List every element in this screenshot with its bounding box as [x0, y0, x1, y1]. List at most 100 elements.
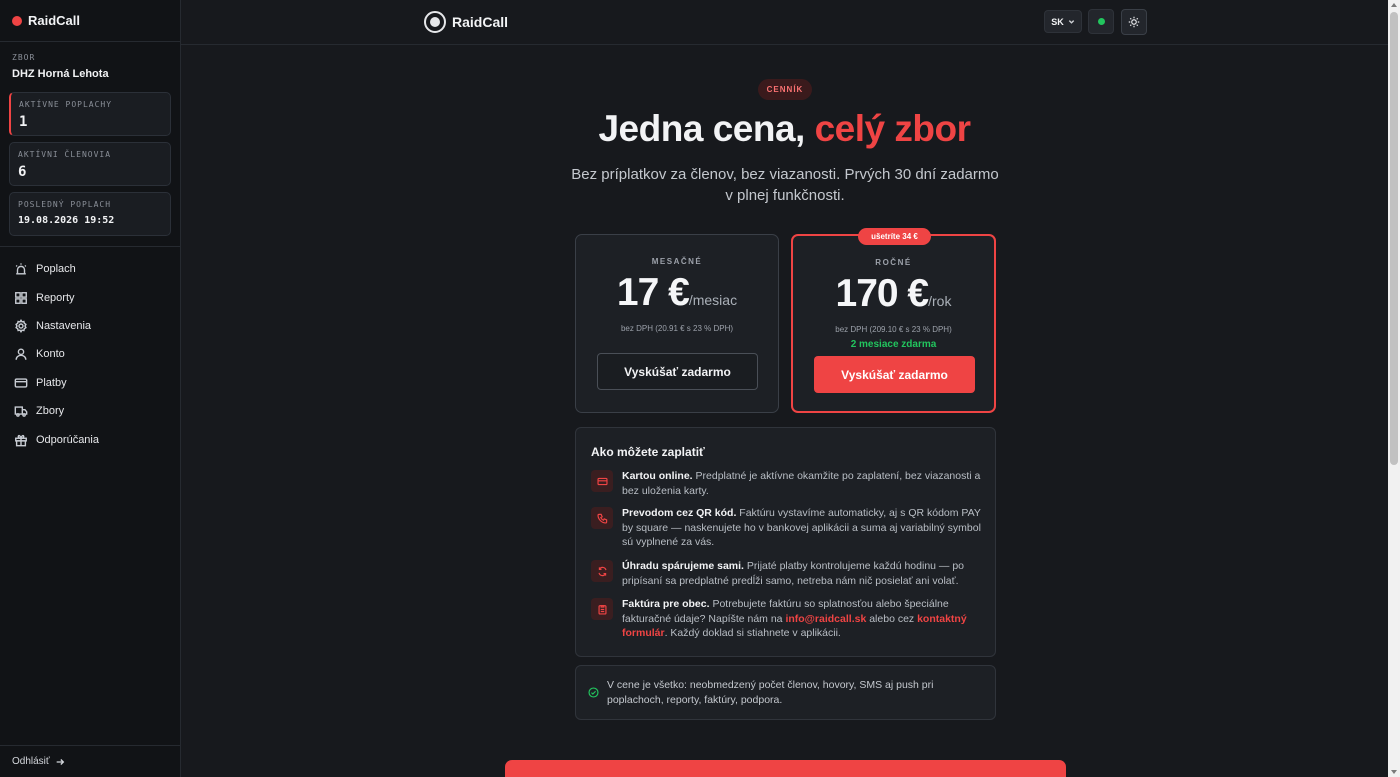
payment-item-title: Kartou online. — [622, 470, 693, 482]
payment-item-text: Úhradu spárujeme sami. Prijaté platby ko… — [622, 559, 986, 588]
stat-active-members: AKTÍVNI ČLENOVIA 6 — [9, 142, 171, 186]
page-subtitle: Bez príplatkov za členov, bez viazanosti… — [571, 166, 999, 204]
payment-item-matching: Úhradu spárujeme sami. Prijaté platby ko… — [591, 559, 986, 588]
payment-item-text: Faktúra pre obec. Potrebujete faktúru so… — [622, 597, 986, 641]
logout-label: Odhlásiť — [12, 756, 50, 767]
stat-label: AKTÍVNI ČLENOVIA — [18, 150, 112, 159]
org-info: ZBOR DHZ Horná Lehota — [0, 42, 180, 80]
payment-methods-panel: Ako môžete zaplatiť Kartou online. Predp… — [575, 427, 996, 657]
payment-item-card: Kartou online. Predplatné je aktívne oka… — [591, 469, 986, 498]
payment-item-text: Kartou online. Predplatné je aktívne oka… — [622, 469, 986, 498]
stat-label: AKTÍVNE POPLACHY — [19, 100, 113, 109]
plan-price-unit: /rok — [928, 293, 952, 309]
payment-item-desc-middle: alebo cez — [866, 612, 918, 625]
sidebar-item-label: Platby — [36, 376, 67, 389]
plan-card-yearly: ušetríte 34 € ROČNÉ 170 €/rok bez DPH (2… — [791, 228, 996, 413]
plan-price: 170 €/rok — [793, 274, 994, 321]
plan-price-unit: /mesiac — [688, 292, 738, 308]
pricing-badge: CENNÍK — [758, 79, 812, 100]
sidebar-item-odporucania[interactable]: Odporúčania — [0, 425, 180, 453]
scroll-thumb[interactable] — [1390, 12, 1398, 465]
included-text: V cene je všetko: neobmedzený počet člen… — [607, 679, 934, 706]
logo-icon — [424, 11, 446, 33]
plan-vat-note: bez DPH (20.91 € s 23 % DPH) — [620, 324, 734, 333]
user-icon — [15, 348, 27, 361]
payment-item-invoice: Faktúra pre obec. Potrebujete faktúru so… — [591, 597, 986, 641]
stat-last-alarm: POSLEDNÝ POPLACH 19.08.2026 19:52 — [9, 192, 171, 236]
title-accent: celý zbor — [814, 108, 971, 149]
sidebar-item-reporty[interactable]: Reporty — [0, 283, 180, 311]
plan-vat-note: bez DPH (209.10 € s 23 % DPH) — [835, 325, 952, 334]
savings-badge: ušetríte 34 € — [858, 228, 931, 245]
sidebar-item-poplach[interactable]: Poplach — [0, 255, 180, 283]
siren-icon — [15, 263, 27, 275]
payment-title: Ako môžete zaplatiť — [591, 445, 705, 459]
topbar: RaidCall SK — [181, 0, 1388, 45]
payment-item-qr: Prevodom cez QR kód. Faktúru vystavíme a… — [591, 506, 986, 550]
pricing-main: CENNÍK Jedna cena, celý zbor Bez príplat… — [181, 46, 1388, 777]
sidebar-item-zbory[interactable]: Zbory — [0, 397, 180, 425]
payment-item-title: Prevodom cez QR kód. — [622, 507, 737, 519]
logout-button[interactable]: Odhlásiť — [0, 745, 180, 777]
stat-label: POSLEDNÝ POPLACH — [18, 200, 112, 209]
sidebar-item-label: Poplach — [36, 263, 76, 276]
title-main: Jedna cena, — [598, 108, 815, 149]
payment-item-text: Prevodom cez QR kód. Faktúru vystavíme a… — [622, 506, 986, 550]
connection-status-button[interactable] — [1088, 9, 1114, 34]
sidebar-item-konto[interactable]: Konto — [0, 340, 180, 368]
app-logo[interactable]: RaidCall — [424, 11, 508, 33]
plan-bonus: 2 mesiace zdarma — [850, 339, 937, 350]
sidebar-item-label: Zbory — [36, 405, 65, 418]
logo-text: RaidCall — [452, 14, 509, 30]
stat-value: 1 — [19, 114, 28, 130]
plan-price-value: 170 € — [835, 272, 930, 315]
org-label: ZBOR — [12, 53, 36, 62]
plan-price-value: 17 € — [616, 271, 690, 314]
sun-icon — [1128, 16, 1140, 28]
truck-icon — [14, 406, 28, 417]
brand-dot-icon — [12, 15, 22, 26]
plan-label: MESAČNÉ — [651, 257, 703, 266]
sidebar-nav: Poplach Reporty Nastavenia Konto Platby … — [0, 247, 180, 454]
scroll-up-arrow-icon[interactable] — [1391, 3, 1397, 7]
credit-card-icon — [591, 470, 613, 492]
sidebar: RaidCall ZBOR DHZ Horná Lehota AKTÍVNE P… — [0, 0, 181, 777]
sidebar-item-nastavenia[interactable]: Nastavenia — [0, 312, 180, 340]
clipboard-icon — [591, 598, 613, 620]
payment-item-desc-tail: . Každý doklad si stiahnete v aplikácii. — [664, 627, 841, 639]
stat-value: 19.08.2026 19:52 — [18, 215, 115, 226]
check-circle-icon — [588, 687, 599, 698]
try-free-yearly-button[interactable]: Vyskúšať zadarmo — [814, 356, 975, 393]
included-features-note: V cene je všetko: neobmedzený počet člen… — [575, 665, 996, 720]
plan-label: ROČNÉ — [875, 258, 912, 267]
gear-icon — [15, 319, 27, 333]
arrow-right-icon — [56, 758, 64, 765]
plan-card-monthly: MESAČNÉ 17 €/mesiac bez DPH (20.91 € s 2… — [575, 234, 779, 413]
theme-toggle-button[interactable] — [1121, 9, 1147, 35]
phone-icon — [591, 507, 613, 529]
credit-card-icon — [14, 378, 28, 388]
stat-active-alarms: AKTÍVNE POPLACHY 1 — [9, 92, 171, 136]
language-selector[interactable]: SK — [1044, 10, 1082, 33]
bottom-cta-banner[interactable] — [505, 760, 1066, 777]
chevron-down-icon — [1068, 20, 1074, 24]
grid-icon — [15, 291, 27, 304]
language-label: SK — [1051, 16, 1064, 27]
try-free-monthly-button[interactable]: Vyskúšať zadarmo — [597, 353, 758, 390]
sidebar-item-label: Konto — [36, 348, 65, 361]
plan-price: 17 €/mesiac — [576, 273, 778, 320]
sidebar-brand[interactable]: RaidCall — [0, 0, 180, 42]
payment-item-title: Faktúra pre obec. — [622, 598, 710, 610]
sidebar-item-label: Nastavenia — [36, 319, 92, 332]
stat-value: 6 — [18, 164, 27, 180]
refresh-icon — [591, 560, 613, 582]
payment-item-title: Úhradu spárujeme sami. — [622, 560, 744, 572]
scroll-down-arrow-icon[interactable] — [1391, 770, 1397, 774]
email-link[interactable]: info@raidcall.sk — [785, 613, 866, 625]
sidebar-item-label: Reporty — [36, 291, 75, 304]
page-scrollbar[interactable] — [1388, 0, 1400, 777]
sidebar-item-platby[interactable]: Platby — [0, 369, 180, 397]
status-dot-icon — [1097, 18, 1105, 25]
brand-name: RaidCall — [28, 13, 81, 28]
sidebar-item-label: Odporúčania — [36, 433, 99, 446]
